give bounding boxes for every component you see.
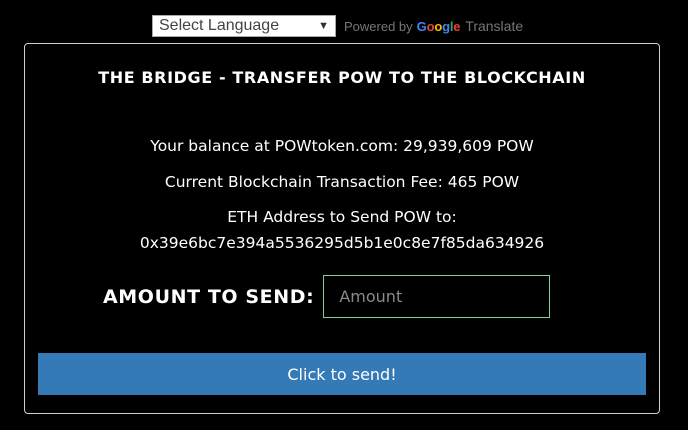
language-select[interactable]: Select Language ▼ [152, 15, 336, 37]
eth-address-label: ETH Address to Send POW to: [227, 208, 457, 226]
amount-row: AMOUNT TO SEND: [103, 275, 551, 318]
send-button[interactable]: Click to send! [38, 353, 646, 395]
fee-text: Current Blockchain Transaction Fee: 465 … [164, 173, 520, 191]
amount-input[interactable] [323, 275, 551, 318]
amount-label: AMOUNT TO SEND: [103, 285, 315, 308]
eth-address-value: 0x39e6bc7e394a5536295d5b1e0c8e7f85da6349… [139, 234, 545, 252]
language-select-value: Select Language [159, 17, 280, 34]
translate-link-text: Translate [465, 18, 524, 34]
google-logo: Google [416, 18, 461, 34]
powered-by-text: Powered by [344, 18, 413, 34]
powered-by-google-translate[interactable]: Powered by Google Translate [344, 18, 523, 34]
bridge-panel: THE BRIDGE - TRANSFER POW TO THE BLOCKCH… [24, 43, 660, 414]
page-title: THE BRIDGE - TRANSFER POW TO THE BLOCKCH… [98, 68, 586, 87]
google-translate-widget: Select Language ▼ Powered by Google Tran… [152, 15, 523, 37]
chevron-down-icon: ▼ [318, 20, 329, 32]
balance-text: Your balance at POWtoken.com: 29,939,609… [150, 137, 534, 155]
